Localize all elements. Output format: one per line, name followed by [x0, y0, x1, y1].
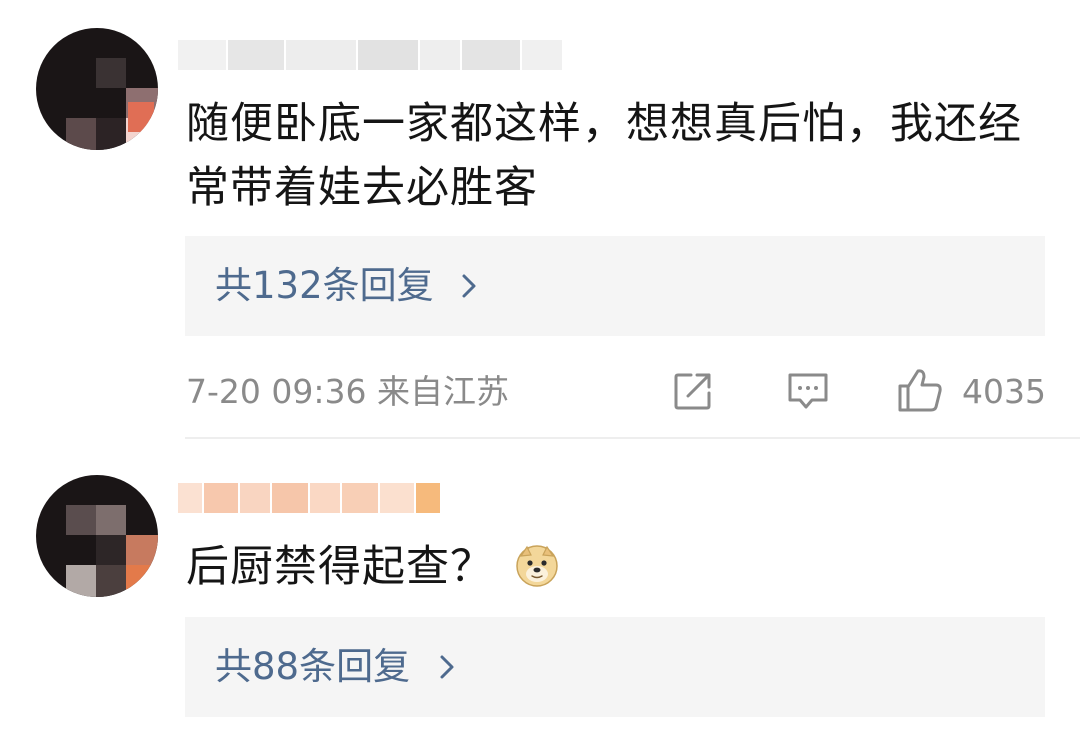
comment-icon[interactable]	[786, 369, 830, 413]
chevron-right-icon	[462, 274, 476, 298]
username-blurred[interactable]	[178, 479, 442, 517]
view-replies-button[interactable]: 共132条回复	[185, 236, 1045, 336]
timestamp-location: 7-20 09:36 来自江苏	[186, 372, 509, 411]
share-icon[interactable]	[672, 370, 714, 412]
view-replies-button[interactable]: 共88条回复	[185, 617, 1045, 717]
comment-text-line: 后厨禁得起查？	[186, 542, 494, 592]
chevron-right-icon	[440, 655, 454, 679]
replies-count-label: 共132条回复	[215, 264, 434, 307]
username-blurred[interactable]	[178, 36, 564, 74]
thumbs-up-icon[interactable]	[896, 366, 944, 414]
comment-meta: 7-20 09:36 来自江苏 4035	[186, 364, 1046, 420]
comment-item: 后厨禁得起查？ 共88条回复	[0, 439, 1080, 746]
comment-text-line: 随便卧底一家都这样，想想真后怕，我还经	[186, 99, 1022, 149]
comment-text-line: 常带着娃去必胜客	[186, 163, 538, 213]
comment-item: 随便卧底一家都这样，想想真后怕，我还经 常带着娃去必胜客 共132条回复 7-2…	[0, 0, 1080, 437]
comment-text: 后厨禁得起查？	[186, 535, 1056, 599]
doge-emoji-icon	[515, 544, 558, 587]
replies-count-label: 共88条回复	[215, 645, 411, 688]
comment-text: 随便卧底一家都这样，想想真后怕，我还经 常带着娃去必胜客	[186, 92, 1056, 220]
avatar[interactable]	[36, 475, 158, 597]
avatar[interactable]	[36, 28, 158, 150]
like-count: 4035	[962, 372, 1046, 411]
